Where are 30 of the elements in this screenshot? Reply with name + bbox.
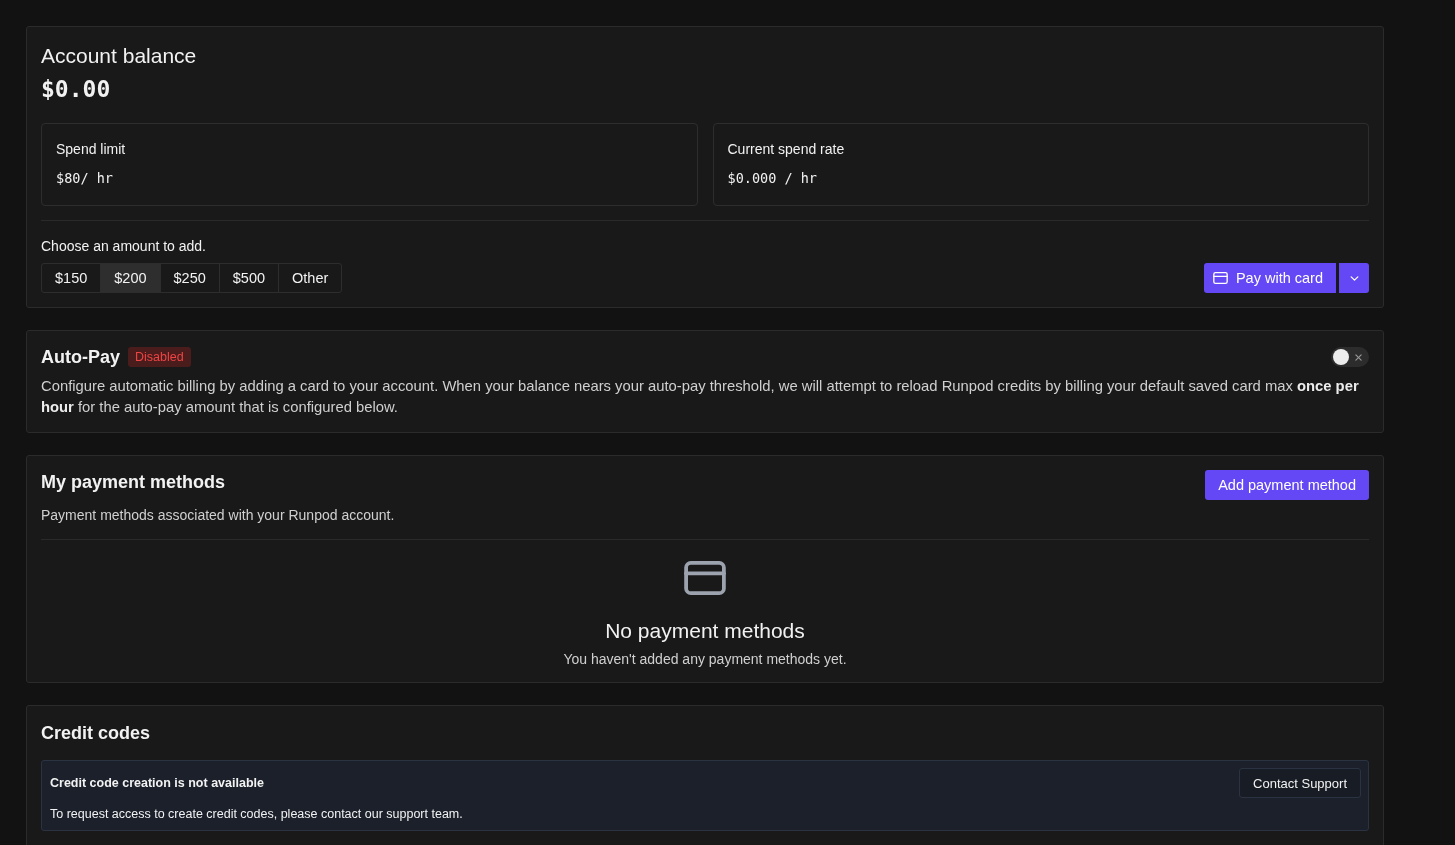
section-title: My payment methods: [41, 471, 227, 494]
empty-state-text: You haven't added any payment methods yet.: [563, 650, 847, 668]
stat-label: Spend limit: [56, 140, 127, 158]
add-payment-method-button[interactable]: Add payment method: [1205, 470, 1369, 500]
pay-with-card-button[interactable]: Pay with card: [1203, 263, 1336, 293]
credit-card-icon: [682, 561, 728, 595]
credit-card-icon: [1212, 272, 1228, 284]
amount-option[interactable]: $150: [42, 264, 101, 292]
amount-option[interactable]: $200: [100, 264, 160, 292]
chevron-down-icon: [1349, 275, 1359, 281]
amount-prompt: Choose an amount to add.: [41, 237, 207, 255]
stat-label: Current spend rate: [727, 140, 846, 158]
x-icon: [1355, 353, 1362, 361]
section-title: Account balance: [41, 43, 198, 69]
amount-option[interactable]: Other: [278, 264, 342, 292]
auto-pay-description: Configure automatic billing by adding a card to your account. When your balance nears your auto-pay threshold, we will attempt to reload Runpod credits by billing your default saved card max once per hour for the auto-pay amount that is configured below.: [41, 377, 1360, 417]
stat-value: $0.000 / hr: [727, 169, 818, 187]
status-badge: Disabled: [128, 347, 191, 367]
contact-support-button[interactable]: Contact Support: [1239, 768, 1361, 798]
section-subtitle: Payment methods associated with your Runpod account.: [41, 506, 395, 524]
amount-option[interactable]: $500: [218, 264, 279, 292]
toggle-switch[interactable]: [1331, 347, 1369, 367]
amount-option[interactable]: $250: [159, 264, 219, 292]
empty-state-title: No payment methods: [605, 618, 805, 644]
stat-value: $80/ hr: [56, 169, 114, 187]
section-title: Auto-Pay: [41, 346, 120, 369]
section-title: Credit codes: [41, 722, 152, 745]
balance-amount: $0.00: [41, 75, 112, 103]
notice-title: Credit code creation is not available: [50, 775, 265, 791]
notice-text: To request access to create credit codes, please contact our support team.: [50, 806, 463, 822]
